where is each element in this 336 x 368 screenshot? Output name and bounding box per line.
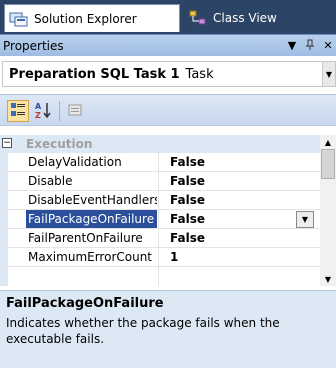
category-label: Execution (26, 137, 93, 151)
svg-text:Z: Z (35, 111, 41, 119)
property-row[interactable]: Disable False (0, 172, 320, 191)
description-text: Indicates whether the package fails when… (6, 316, 280, 346)
collapse-icon[interactable]: − (2, 138, 12, 148)
vertical-scrollbar[interactable]: ▲ ▼ (320, 135, 336, 286)
property-pages-icon (67, 102, 83, 121)
property-name: DelayValidation (28, 155, 122, 169)
svg-text:A: A (35, 102, 42, 111)
close-icon[interactable]: ✕ (320, 34, 336, 56)
property-row[interactable]: DelayValidation False (0, 153, 320, 172)
property-value[interactable]: 1 (170, 248, 178, 266)
property-row[interactable]: DisableEventHandlers False (0, 191, 320, 210)
object-type: Task (185, 66, 214, 82)
description-title: FailPackageOnFailure (6, 296, 164, 311)
categorized-icon (10, 102, 26, 121)
sort-az-icon: A Z (34, 101, 52, 122)
tab-class-view[interactable]: Class View (184, 4, 294, 32)
description-pane: FailPackageOnFailure Indicates whether t… (0, 290, 336, 368)
property-value[interactable]: False (170, 172, 205, 190)
scroll-down-icon[interactable]: ▼ (320, 272, 336, 286)
alphabetical-button[interactable]: A Z (32, 100, 54, 122)
tab-label: Solution Explorer (34, 11, 137, 26)
pin-icon[interactable] (302, 34, 318, 56)
object-selector-combo[interactable]: Preparation SQL Task 1 Task ▼ (2, 61, 336, 87)
property-name: Disable (28, 174, 73, 188)
tool-window-tab-strip: Solution Explorer Class View (0, 0, 336, 34)
property-grid: − Execution DelayValidation False Disabl… (0, 135, 320, 286)
property-value[interactable]: False (170, 153, 205, 171)
scroll-up-icon[interactable]: ▲ (320, 135, 336, 149)
property-name: FailPackageOnFailure (26, 210, 157, 228)
tab-solution-explorer[interactable]: Solution Explorer (4, 4, 180, 32)
tab-label: Class View (213, 11, 277, 25)
property-value[interactable]: False (170, 210, 205, 228)
category-row-execution[interactable]: − Execution (0, 135, 320, 153)
panel-title: Properties (3, 38, 64, 53)
chevron-down-icon[interactable]: ▼ (296, 211, 314, 228)
property-row-selected[interactable]: FailPackageOnFailure False ▼ (0, 210, 320, 229)
categorized-button[interactable] (7, 100, 29, 122)
property-row[interactable]: FailParentOnFailure False (0, 229, 320, 248)
object-name: Preparation SQL Task 1 (9, 66, 180, 82)
class-view-icon (188, 10, 208, 26)
solution-explorer-icon (9, 11, 29, 27)
properties-toolbar: A Z (0, 94, 336, 126)
property-value[interactable]: False (170, 229, 205, 247)
chevron-down-icon[interactable]: ▼ (322, 62, 335, 86)
property-name: FailParentOnFailure (28, 231, 143, 245)
property-row[interactable]: MaximumErrorCount 1 (0, 248, 320, 267)
window-position-dropdown-icon[interactable]: ▼ (284, 34, 300, 56)
property-name: DisableEventHandlers (28, 193, 157, 207)
property-value[interactable]: False (170, 191, 205, 209)
toolbar-separator (59, 101, 60, 121)
property-name: MaximumErrorCount (28, 250, 153, 264)
property-pages-button[interactable] (64, 100, 86, 122)
scrollbar-thumb[interactable] (321, 149, 335, 179)
